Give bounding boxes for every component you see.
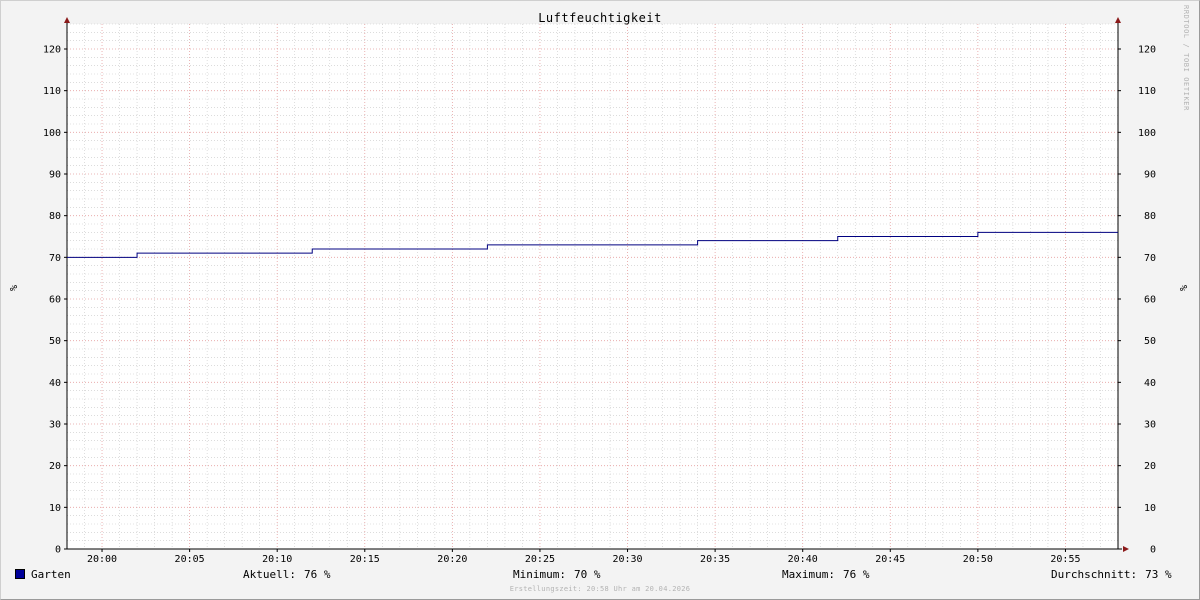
y-tick-label-right: 90	[1144, 170, 1156, 181]
legend-series-name: Garten	[31, 568, 71, 581]
minimum-value: 70 %	[573, 568, 601, 581]
x-tick-labels: 20:00 20:05 20:10 20:15 20:20 20:25 20:30 20:35…	[87, 554, 1081, 565]
y-tick-label-right: 20	[1144, 461, 1156, 472]
chart-title: Luftfeuchtigkeit	[538, 11, 662, 25]
y-tick-label-right: 100	[1138, 128, 1156, 139]
y-tick-label-right: 60	[1144, 295, 1156, 306]
current-value: 76 %	[303, 568, 331, 581]
y-tick-label-left: 80	[49, 211, 61, 222]
y-tick-label-left: 40	[49, 378, 61, 389]
minimum-label: Minimum:	[513, 568, 566, 581]
x-tick-label: 20:00	[87, 554, 117, 565]
maximum-value: 76 %	[842, 568, 870, 581]
legend-minimum: Minimum: 70 %	[513, 568, 600, 581]
y-tick-label-left: 110	[43, 86, 61, 97]
x-tick-label: 20:15	[350, 554, 380, 565]
y-tick-label-right: 120	[1138, 45, 1156, 56]
legend-swatch	[15, 569, 25, 579]
rrdtool-watermark: RRDTOOL / TOBI OETIKER	[1182, 5, 1190, 111]
legend-average: Durchschnitt: 73 %	[1051, 568, 1172, 581]
x-tick-label: 20:25	[525, 554, 555, 565]
y-tick-labels-left: 0 10 20 30 40 50 60 70 80 90 100 110 120	[43, 45, 61, 556]
average-value: 73 %	[1145, 568, 1172, 581]
y-tick-labels-right: 0 10 20 30 40 50 60 70 80 90 100 110 120	[1138, 45, 1156, 556]
y-tick-label-right: 50	[1144, 336, 1156, 347]
x-tick-label: 20:05	[175, 554, 205, 565]
y-tick-label-right: 80	[1144, 211, 1156, 222]
average-label: Durchschnitt:	[1051, 568, 1138, 581]
x-tick-label: 20:30	[612, 554, 642, 565]
x-tick-label: 20:35	[700, 554, 730, 565]
y-tick-label-left: 120	[43, 45, 61, 56]
creation-time-footer: Erstellungszeit: 20:58 Uhr am 20.04.2026	[509, 585, 691, 593]
y-tick-label-left: 90	[49, 170, 61, 181]
legend-maximum: Maximum: 76 %	[782, 568, 869, 581]
x-tick-label: 20:50	[963, 554, 993, 565]
legend-series: Garten	[15, 568, 71, 581]
y-tick-label-left: 30	[49, 420, 61, 431]
y-tick-label-left: 60	[49, 295, 61, 306]
y-tick-label-right: 70	[1144, 253, 1156, 264]
y-tick-label-left: 10	[49, 503, 61, 514]
y-tick-label-left: 20	[49, 461, 61, 472]
x-axis-arrow	[1123, 546, 1129, 552]
y-tick-label-right: 0	[1150, 545, 1156, 556]
y-tick-label-left: 100	[43, 128, 61, 139]
x-tick-label: 20:55	[1050, 554, 1080, 565]
x-tick-label: 20:10	[262, 554, 292, 565]
x-tick-label: 20:20	[437, 554, 467, 565]
legend-current: Aktuell: 76 %	[243, 568, 330, 581]
y-tick-label-left: 70	[49, 253, 61, 264]
y-tick-label-right: 30	[1144, 420, 1156, 431]
x-tick-label: 20:40	[788, 554, 818, 565]
y-tick-label-right: 40	[1144, 378, 1156, 389]
y-tick-label-left: 0	[55, 545, 61, 556]
current-label: Aktuell:	[243, 568, 296, 581]
maximum-label: Maximum:	[782, 568, 835, 581]
y-tick-label-right: 110	[1138, 86, 1156, 97]
x-tick-label: 20:45	[875, 554, 905, 565]
y-tick-label-left: 50	[49, 336, 61, 347]
y-axis-label-left: %	[7, 285, 18, 291]
humidity-chart: 0 10 20 30 40 50 60 70 80 90 100 110 120 0 10 20 30 40 50…	[7, 17, 1188, 565]
y-tick-label-right: 10	[1144, 503, 1156, 514]
y-axis-label-right: %	[1177, 285, 1188, 291]
